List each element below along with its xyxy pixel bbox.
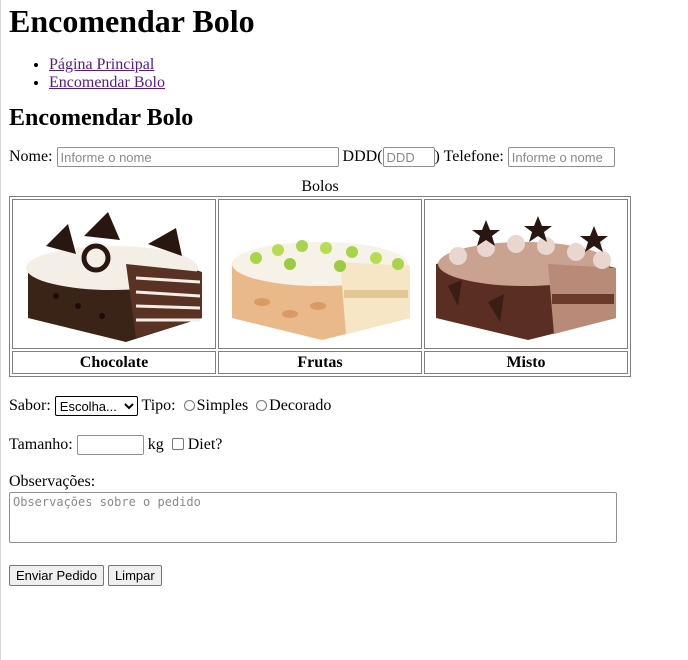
ddd-input[interactable] xyxy=(382,147,435,168)
tipo-simples-radio[interactable] xyxy=(183,399,195,411)
cakes-name-row: Chocolate Frutas Misto xyxy=(12,351,628,374)
nav-link-order[interactable]: Encomendar Bolo xyxy=(49,74,165,91)
nome-input[interactable] xyxy=(56,147,339,168)
page-content: Encomendar Bolo Página Principal Encomen… xyxy=(9,0,679,586)
contact-row: Nome: DDD() Telefone: xyxy=(9,146,679,168)
chocolate-cake-image xyxy=(26,212,202,342)
nav-list: Página Principal Encomendar Bolo xyxy=(9,56,679,92)
fruit-cake-image xyxy=(232,240,410,340)
tipo-simples-label: Simples xyxy=(196,397,249,414)
form-buttons: Enviar Pedido Limpar xyxy=(9,565,679,586)
section-title: Encomendar Bolo xyxy=(9,105,194,131)
cake-name-frutas: Frutas xyxy=(218,351,422,374)
reset-button[interactable]: Limpar xyxy=(107,565,162,586)
nav-item-home: Página Principal xyxy=(49,56,679,74)
sabor-label: Sabor: xyxy=(9,397,51,414)
cakes-table: Chocolate Frutas Misto xyxy=(9,196,631,377)
tipo-decorado-radio[interactable] xyxy=(256,399,268,411)
ddd-label: DDD( xyxy=(342,148,383,165)
telefone-input[interactable] xyxy=(507,147,615,168)
cakes-image-row xyxy=(12,199,628,349)
sabor-select[interactable]: Escolha... xyxy=(54,396,138,417)
nome-label: Nome: xyxy=(9,148,53,165)
ddd-close: ) xyxy=(434,148,440,165)
cake-cell-chocolate xyxy=(12,199,216,349)
cake-cell-frutas xyxy=(218,199,422,349)
window-edge xyxy=(0,0,1,660)
cake-name-misto: Misto xyxy=(424,351,628,374)
tamanho-unit: kg xyxy=(147,436,164,453)
cake-cell-misto xyxy=(424,199,628,349)
sabor-row: Sabor: Escolha... Tipo: Simples Decorado xyxy=(9,395,679,417)
tamanho-label: Tamanho: xyxy=(9,436,73,453)
observacoes-label: Observações: xyxy=(9,473,96,490)
cake-name-chocolate: Chocolate xyxy=(12,351,216,374)
tipo-decorado-label: Decorado xyxy=(269,397,332,414)
tipo-label: Tipo: xyxy=(141,397,176,414)
diet-checkbox[interactable] xyxy=(171,438,184,451)
diet-label: Diet? xyxy=(187,436,223,453)
nav-link-home[interactable]: Página Principal xyxy=(49,56,154,73)
telefone-label: Telefone: xyxy=(443,148,504,165)
mixed-cake-image xyxy=(436,216,616,340)
nav-item-order: Encomendar Bolo xyxy=(49,74,679,92)
tamanho-input[interactable] xyxy=(76,435,144,456)
tamanho-row: Tamanho: kg Diet? xyxy=(9,434,679,456)
table-caption: Bolos xyxy=(301,178,339,195)
page-title: Encomendar Bolo xyxy=(9,3,255,39)
observacoes-textarea[interactable] xyxy=(9,492,617,543)
submit-button[interactable]: Enviar Pedido xyxy=(9,565,104,586)
